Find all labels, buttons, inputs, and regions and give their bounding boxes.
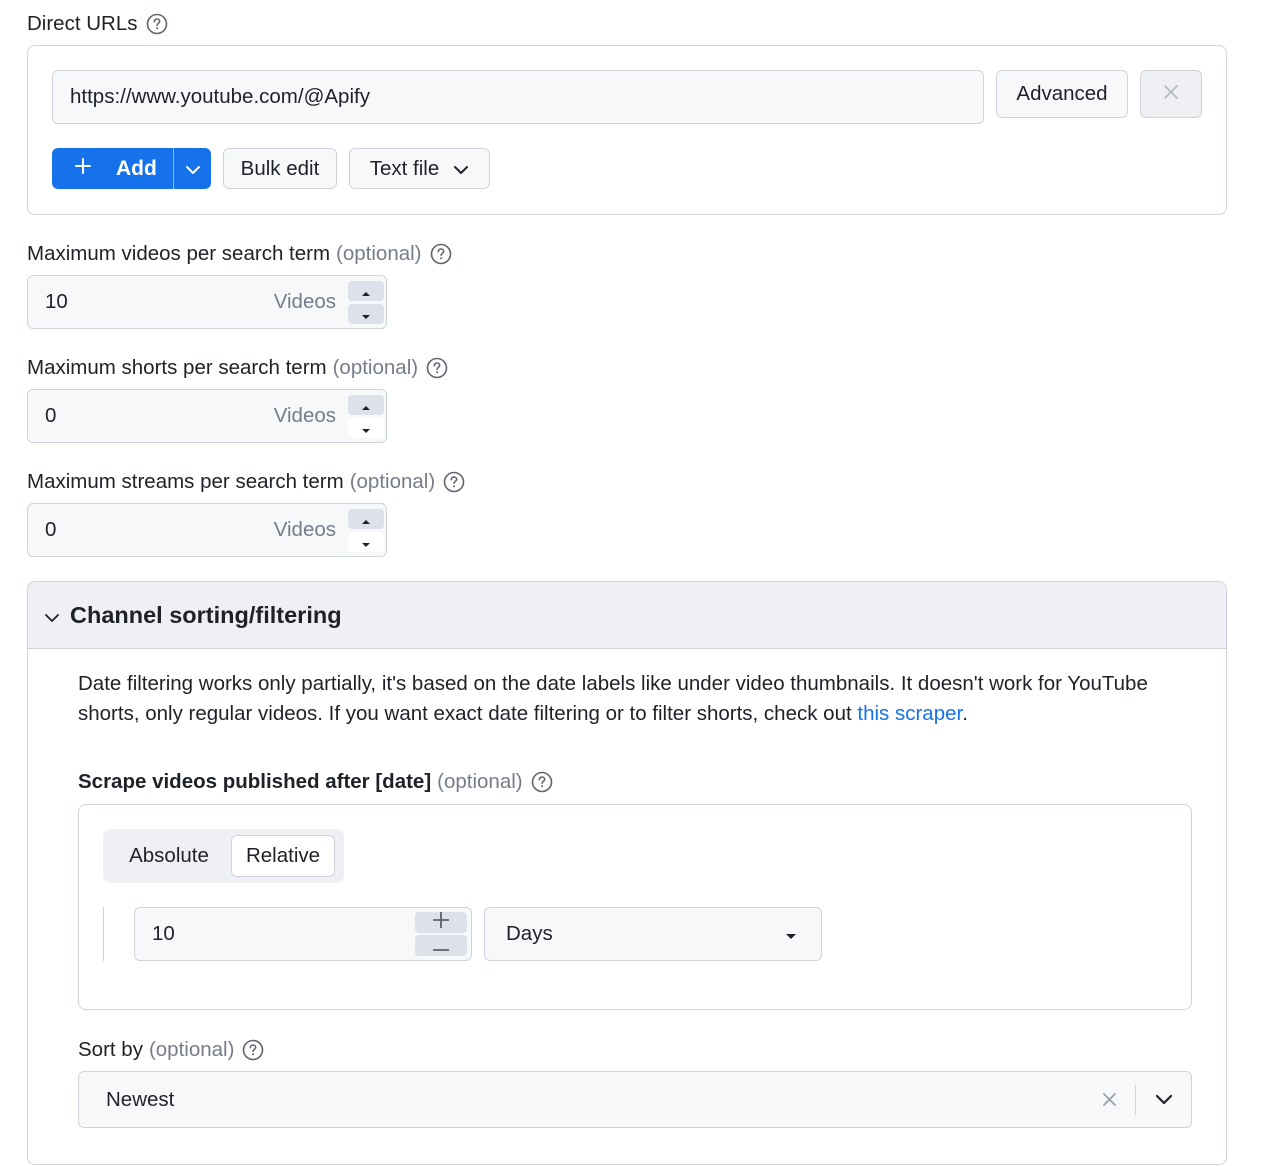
relative-stepper bbox=[415, 911, 467, 956]
add-options-dropdown[interactable] bbox=[174, 148, 211, 189]
relative-unit-value: Days bbox=[506, 922, 553, 945]
optional-tag: (optional) bbox=[349, 470, 436, 493]
max-shorts-value: 0 bbox=[45, 404, 57, 427]
date-label-text: Scrape videos published after [date] bbox=[78, 770, 432, 793]
relative-mode-button[interactable]: Relative bbox=[231, 835, 335, 877]
description-text: shorts, only regular videos. If you want… bbox=[78, 702, 858, 725]
add-button[interactable]: Add bbox=[52, 148, 173, 189]
max-videos-stepper bbox=[348, 279, 384, 326]
help-icon[interactable] bbox=[146, 13, 168, 35]
channel-sorting-title: Channel sorting/filtering bbox=[70, 601, 342, 628]
channel-sorting-header[interactable]: Channel sorting/filtering bbox=[28, 582, 1226, 649]
max-streams-unit: Videos bbox=[273, 518, 336, 541]
decrement-button[interactable] bbox=[348, 302, 384, 326]
direct-urls-label-text: Direct URLs bbox=[27, 12, 138, 35]
remove-url-button[interactable] bbox=[1140, 70, 1202, 118]
help-icon[interactable] bbox=[443, 471, 465, 493]
bulk-edit-label: Bulk edit bbox=[240, 156, 320, 180]
url-input[interactable]: https://www.youtube.com/@Apify bbox=[52, 70, 984, 124]
sort-select[interactable]: Newest bbox=[78, 1071, 1192, 1128]
advanced-button[interactable]: Advanced bbox=[996, 70, 1128, 118]
caret-down-icon bbox=[361, 530, 371, 554]
minus-icon bbox=[432, 934, 450, 958]
max-shorts-unit: Videos bbox=[273, 404, 336, 427]
caret-up-icon bbox=[361, 393, 371, 417]
max-videos-label-text: Maximum videos per search term bbox=[27, 242, 331, 265]
sort-label-text: Sort by bbox=[78, 1038, 143, 1061]
chevron-down-icon bbox=[44, 602, 60, 629]
optional-tag: (optional) bbox=[437, 770, 523, 793]
increment-button[interactable] bbox=[348, 393, 384, 417]
increment-button[interactable] bbox=[348, 507, 384, 531]
date-mode-toggle: Absolute Relative bbox=[103, 829, 344, 883]
text-file-button[interactable]: Text file bbox=[349, 148, 490, 189]
select-separator bbox=[1135, 1084, 1136, 1115]
direct-urls-label: Direct URLs bbox=[27, 10, 168, 38]
optional-tag: (optional) bbox=[332, 356, 419, 379]
max-streams-label: Maximum streams per search term (optiona… bbox=[27, 468, 465, 496]
close-icon[interactable] bbox=[1102, 1092, 1117, 1107]
date-label: Scrape videos published after [date] (op… bbox=[78, 768, 553, 796]
decrement-button[interactable] bbox=[348, 416, 384, 440]
chevron-down-icon bbox=[185, 157, 201, 181]
sort-select-value: Newest bbox=[106, 1087, 175, 1111]
max-shorts-stepper bbox=[348, 393, 384, 440]
advanced-button-label: Advanced bbox=[1016, 82, 1108, 105]
increment-button[interactable] bbox=[415, 911, 467, 935]
this-scraper-link[interactable]: this scraper bbox=[857, 702, 962, 725]
relative-value-field[interactable]: 10 bbox=[134, 907, 472, 961]
add-button-label: Add bbox=[116, 156, 157, 180]
caret-up-icon bbox=[361, 507, 371, 531]
relative-unit-select[interactable]: Days bbox=[484, 907, 822, 961]
max-shorts-label-text: Maximum shorts per search term bbox=[27, 356, 327, 379]
description-line-1: Date filtering works only partially, it'… bbox=[78, 672, 1148, 695]
max-shorts-field[interactable]: 0 Videos bbox=[27, 389, 387, 443]
max-streams-label-text: Maximum streams per search term bbox=[27, 470, 344, 493]
relative-value: 10 bbox=[152, 922, 175, 945]
caret-down-icon bbox=[361, 302, 371, 326]
close-icon bbox=[1163, 82, 1179, 106]
decrement-button[interactable] bbox=[348, 530, 384, 554]
max-streams-field[interactable]: 0 Videos bbox=[27, 503, 387, 557]
max-videos-field[interactable]: 10 Videos bbox=[27, 275, 387, 329]
relative-divider bbox=[103, 907, 104, 961]
plus-icon bbox=[432, 911, 450, 935]
max-videos-label: Maximum videos per search term (optional… bbox=[27, 240, 452, 268]
optional-tag: (optional) bbox=[336, 242, 422, 265]
chevron-down-icon bbox=[453, 157, 469, 181]
text-file-label: Text file bbox=[369, 156, 440, 180]
caret-down-icon bbox=[361, 416, 371, 440]
absolute-mode-button[interactable]: Absolute bbox=[107, 835, 231, 877]
help-icon[interactable] bbox=[242, 1039, 264, 1061]
url-input-value: https://www.youtube.com/@Apify bbox=[70, 85, 370, 108]
max-videos-value: 10 bbox=[45, 290, 68, 313]
triangle-down-icon bbox=[785, 922, 797, 946]
chevron-down-icon[interactable] bbox=[1155, 1094, 1173, 1105]
sort-label: Sort by (optional) bbox=[78, 1036, 264, 1064]
help-icon[interactable] bbox=[531, 771, 553, 793]
max-videos-unit: Videos bbox=[273, 290, 336, 313]
help-icon[interactable] bbox=[430, 243, 452, 265]
plus-icon bbox=[74, 157, 92, 181]
help-icon[interactable] bbox=[426, 357, 448, 379]
date-filter-description: Date filtering works only partially, it'… bbox=[78, 669, 1208, 729]
max-streams-value: 0 bbox=[45, 518, 57, 541]
absolute-mode-label: Absolute bbox=[129, 844, 209, 867]
description-suffix: . bbox=[962, 702, 968, 725]
add-button-group: Add bbox=[52, 148, 211, 189]
relative-mode-label: Relative bbox=[245, 844, 321, 867]
caret-up-icon bbox=[361, 279, 371, 303]
bulk-edit-button[interactable]: Bulk edit bbox=[223, 148, 337, 189]
increment-button[interactable] bbox=[348, 279, 384, 303]
max-streams-stepper bbox=[348, 507, 384, 554]
decrement-button[interactable] bbox=[415, 935, 467, 956]
optional-tag: (optional) bbox=[148, 1038, 235, 1061]
description-line-2: shorts, only regular videos. If you want… bbox=[78, 699, 1208, 729]
max-shorts-label: Maximum shorts per search term (optional… bbox=[27, 354, 448, 382]
